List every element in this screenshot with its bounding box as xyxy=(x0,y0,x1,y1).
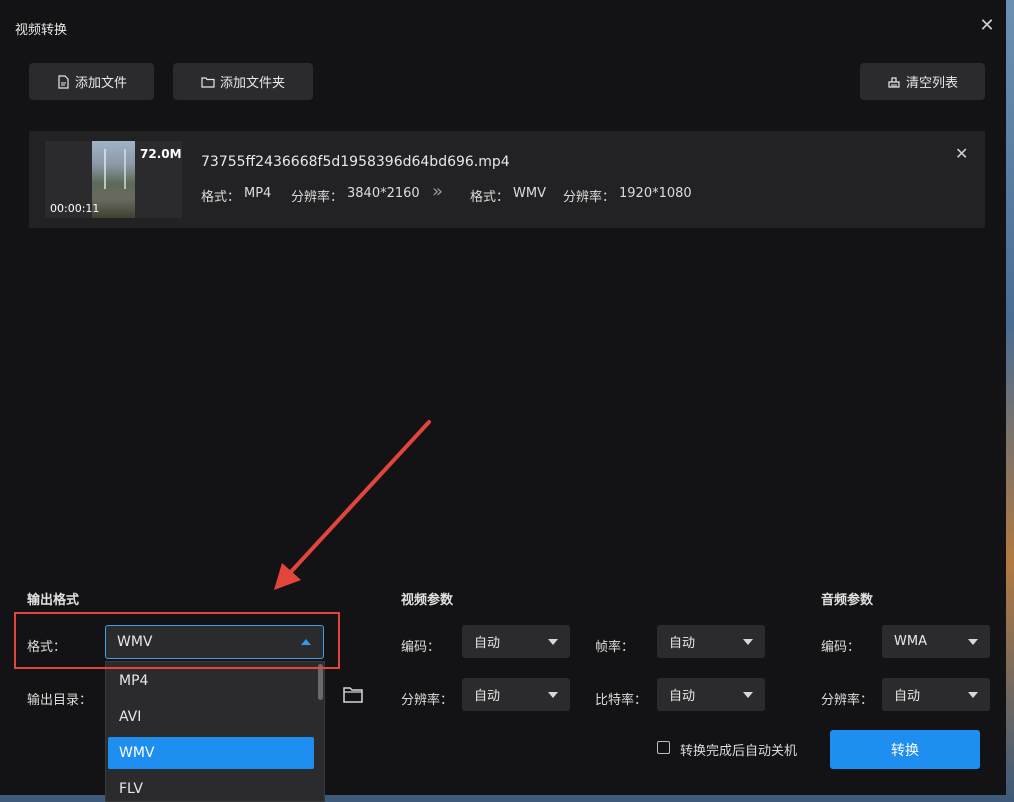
format-option-wmv[interactable]: WMV xyxy=(108,737,314,769)
video-thumbnail: 72.0M 00:00:11 xyxy=(45,141,182,218)
fps-label: 帧率： xyxy=(595,640,635,655)
caret-down-icon xyxy=(548,692,558,698)
remove-file-icon[interactable]: ✕ xyxy=(955,144,968,163)
target-format: WMV xyxy=(513,186,546,201)
clear-list-button[interactable]: 清空列表 xyxy=(860,63,985,100)
caret-down-icon xyxy=(743,692,753,698)
file-icon xyxy=(58,74,69,89)
bitrate-select[interactable]: 自动 xyxy=(657,678,765,711)
source-format: MP4 xyxy=(244,186,272,201)
output-format-heading: 输出格式 xyxy=(27,593,80,608)
convert-arrow-icon: » xyxy=(432,181,444,202)
audio-codec-label: 编码： xyxy=(821,640,861,655)
video-codec-label: 编码： xyxy=(401,640,441,655)
add-file-button[interactable]: 添加文件 xyxy=(29,63,154,100)
audio-params-heading: 音频参数 xyxy=(821,593,874,608)
caret-down-icon xyxy=(548,639,558,645)
target-resolution-label: 分辨率： xyxy=(563,190,616,205)
source-resolution: 3840*2160 xyxy=(347,186,420,201)
format-label: 格式： xyxy=(27,640,67,655)
tree-graphic xyxy=(104,149,126,189)
format-select[interactable]: WMV xyxy=(105,625,324,659)
audio-codec-value: WMA xyxy=(894,634,927,649)
format-option-mp4[interactable]: MP4 xyxy=(108,665,314,697)
caret-down-icon xyxy=(968,692,978,698)
broom-icon xyxy=(888,76,900,88)
video-resolution-value: 自动 xyxy=(474,689,501,704)
video-convert-window: 视频转换 ✕ 添加文件 添加文件夹 清空列表 72.0M 00:00:11 73… xyxy=(0,0,1006,802)
caret-down-icon xyxy=(968,639,978,645)
source-resolution-label: 分辨率： xyxy=(291,190,344,205)
audio-codec-select[interactable]: WMA xyxy=(882,625,990,658)
convert-button[interactable]: 转换 xyxy=(830,730,980,769)
auto-shutdown-checkbox[interactable] xyxy=(657,741,670,754)
video-codec-select[interactable]: 自动 xyxy=(462,625,570,658)
add-folder-label: 添加文件夹 xyxy=(219,76,285,91)
file-size: 72.0M xyxy=(140,147,182,161)
bitrate-value: 自动 xyxy=(669,689,696,704)
add-file-label: 添加文件 xyxy=(74,76,127,91)
fps-value: 自动 xyxy=(669,636,696,651)
auto-shutdown-label: 转换完成后自动关机 xyxy=(680,744,798,759)
dropdown-scrollbar[interactable] xyxy=(318,664,323,700)
file-name: 73755ff2436668f5d1958396d64bd696.mp4 xyxy=(201,154,510,170)
add-folder-button[interactable]: 添加文件夹 xyxy=(173,63,313,100)
video-codec-value: 自动 xyxy=(474,636,501,651)
audio-resolution-value: 自动 xyxy=(894,689,921,704)
video-resolution-label: 分辨率： xyxy=(401,693,454,708)
format-option-avi[interactable]: AVI xyxy=(108,701,314,733)
audio-resolution-label: 分辨率： xyxy=(821,693,874,708)
window-title: 视频转换 xyxy=(15,23,68,38)
format-option-flv[interactable]: FLV xyxy=(108,773,314,801)
format-select-value: WMV xyxy=(117,634,153,650)
bitrate-label: 比特率： xyxy=(595,693,648,708)
caret-up-icon xyxy=(301,639,311,645)
target-format-label: 格式： xyxy=(470,190,510,205)
video-resolution-select[interactable]: 自动 xyxy=(462,678,570,711)
file-list-item[interactable]: 72.0M 00:00:11 73755ff2436668f5d1958396d… xyxy=(29,131,985,228)
folder-browse-icon[interactable] xyxy=(342,685,364,705)
fps-select[interactable]: 自动 xyxy=(657,625,765,658)
video-duration: 00:00:11 xyxy=(50,202,100,215)
format-dropdown-list[interactable]: MP4 AVI WMV FLV xyxy=(105,661,325,802)
folder-icon xyxy=(201,76,215,88)
audio-resolution-select[interactable]: 自动 xyxy=(882,678,990,711)
target-resolution: 1920*1080 xyxy=(619,186,692,201)
close-icon[interactable]: ✕ xyxy=(977,16,997,36)
source-format-label: 格式： xyxy=(201,190,241,205)
video-params-heading: 视频参数 xyxy=(401,593,454,608)
clear-list-label: 清空列表 xyxy=(905,76,958,91)
output-dir-label: 输出目录： xyxy=(27,693,93,708)
caret-down-icon xyxy=(743,639,753,645)
